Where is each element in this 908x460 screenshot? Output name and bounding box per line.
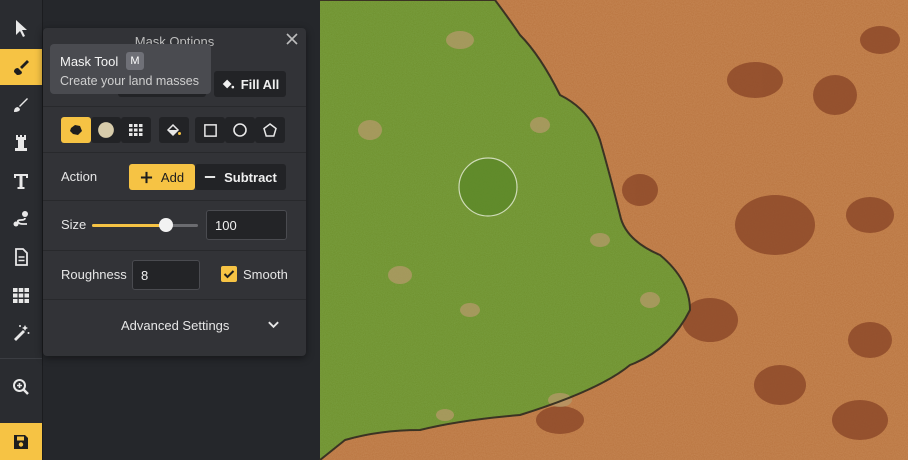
tooltip-shortcut-badge: M xyxy=(126,52,144,70)
grid-brush-icon xyxy=(129,124,143,136)
fill-bucket-icon xyxy=(166,123,181,137)
check-icon xyxy=(223,270,235,279)
circle-shape-button[interactable] xyxy=(225,117,255,143)
smooth-checkbox[interactable] xyxy=(221,266,237,282)
zoom-icon xyxy=(13,379,29,395)
circle-brush-button[interactable] xyxy=(91,117,121,143)
brush-cursor xyxy=(458,157,518,217)
left-toolbar xyxy=(0,0,43,460)
roughness-label: Roughness xyxy=(61,267,127,282)
zoom-tool-button[interactable] xyxy=(0,369,42,405)
advanced-settings-toggle[interactable]: Advanced Settings xyxy=(43,306,306,346)
size-input[interactable] xyxy=(206,210,287,240)
tooltip-description: Create your land masses xyxy=(60,74,199,88)
objects-tool-button[interactable] xyxy=(0,125,42,161)
document-icon xyxy=(15,248,28,266)
minus-icon xyxy=(204,176,216,178)
paint-tool-button[interactable] xyxy=(0,87,42,123)
advanced-settings-label: Advanced Settings xyxy=(121,318,230,333)
paint-brush-icon xyxy=(14,98,28,112)
cursor-arrow-icon xyxy=(16,20,27,37)
select-tool-button[interactable] xyxy=(0,10,42,46)
tooltip-title: Mask Tool xyxy=(60,54,119,69)
save-button[interactable] xyxy=(0,423,42,460)
save-disk-icon xyxy=(14,434,28,449)
text-tool-button[interactable] xyxy=(0,163,42,199)
path-tool-button[interactable] xyxy=(0,201,42,237)
pentagon-shape-button[interactable] xyxy=(255,117,285,143)
freeform-brush-button[interactable] xyxy=(61,117,91,143)
add-label: Add xyxy=(160,169,185,185)
chevron-down-icon xyxy=(268,321,279,329)
path-route-icon xyxy=(13,211,28,227)
grid-icon xyxy=(13,288,29,303)
fill-bucket-button[interactable] xyxy=(159,117,189,143)
size-slider[interactable] xyxy=(92,218,198,232)
size-label: Size xyxy=(61,217,87,232)
square-shape-button[interactable] xyxy=(195,117,225,143)
notes-tool-button[interactable] xyxy=(0,239,42,275)
fill-all-button[interactable]: Fill All xyxy=(214,71,286,97)
size-slider-handle[interactable] xyxy=(159,218,173,232)
effects-tool-button[interactable] xyxy=(0,315,42,351)
fill-all-label: Fill All xyxy=(240,76,280,92)
action-label: Action xyxy=(61,169,98,184)
roughness-input[interactable] xyxy=(132,260,200,290)
pentagon-shape-icon xyxy=(263,123,277,137)
subtract-label: Subtract xyxy=(224,169,277,185)
mask-tool-button[interactable] xyxy=(0,49,42,85)
plus-icon xyxy=(140,171,152,183)
circle-brush-icon xyxy=(98,122,114,138)
circle-shape-icon xyxy=(233,123,247,137)
close-icon[interactable] xyxy=(284,31,300,47)
mask-tool-tooltip: Mask Tool M Create your land masses xyxy=(50,44,211,94)
add-button[interactable]: Add xyxy=(129,164,195,190)
size-slider-fill xyxy=(92,224,167,227)
magic-wand-icon xyxy=(14,325,30,341)
freeform-brush-icon xyxy=(70,125,82,135)
fill-bucket-icon xyxy=(222,79,234,89)
square-shape-icon xyxy=(203,123,217,137)
grid-tool-button[interactable] xyxy=(0,277,42,313)
castle-tower-icon xyxy=(15,135,27,151)
text-t-icon xyxy=(14,174,28,189)
subtract-button[interactable]: Subtract xyxy=(195,164,286,190)
mask-brush-icon xyxy=(14,60,29,75)
smooth-label: Smooth xyxy=(243,267,288,282)
grid-brush-button[interactable] xyxy=(121,117,151,143)
